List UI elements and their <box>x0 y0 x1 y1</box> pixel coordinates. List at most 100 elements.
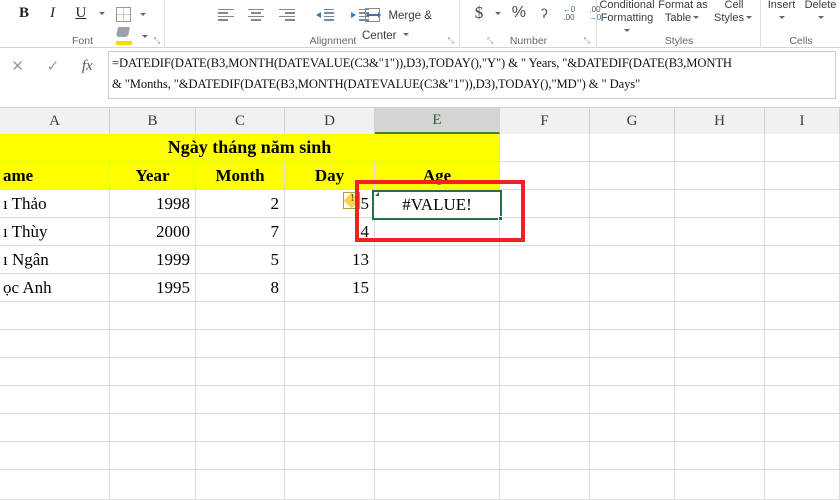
column-header-c[interactable]: C <box>196 108 285 134</box>
cell-e10[interactable] <box>375 386 500 414</box>
cell-d9[interactable] <box>285 358 375 386</box>
table-row-1-year[interactable]: 1998 <box>110 190 196 218</box>
cell-f12[interactable] <box>500 442 590 470</box>
decrease-indent-icon[interactable] <box>310 4 340 26</box>
cell-b8[interactable] <box>110 330 196 358</box>
cell-i7[interactable] <box>765 302 840 330</box>
align-right-icon[interactable] <box>274 4 300 26</box>
number-dialog-launcher-right[interactable]: ⤡ <box>584 36 590 46</box>
borders-icon[interactable] <box>112 3 134 25</box>
conditional-formatting-button[interactable]: Conditional Formatting <box>598 0 656 32</box>
cell-i1[interactable] <box>765 134 840 162</box>
cell-b7[interactable] <box>110 302 196 330</box>
table-row-3-age[interactable] <box>375 246 500 274</box>
cell-h3[interactable] <box>675 190 765 218</box>
cell-i6[interactable] <box>765 274 840 302</box>
cell-h13[interactable] <box>675 470 765 500</box>
cell-c7[interactable] <box>196 302 285 330</box>
table-row-1-month[interactable]: 2 <box>196 190 285 218</box>
merge-center-icon[interactable] <box>362 4 382 26</box>
cell-g6[interactable] <box>590 274 675 302</box>
cell-f4[interactable] <box>500 218 590 246</box>
cell-g1[interactable] <box>590 134 675 162</box>
number-dialog-launcher[interactable]: ⤡ <box>487 36 493 46</box>
insert-function-icon[interactable]: fx <box>82 58 93 75</box>
cell-a7[interactable] <box>0 302 110 330</box>
cell-f8[interactable] <box>500 330 590 358</box>
cell-c13[interactable] <box>196 470 285 500</box>
alignment-dialog-launcher[interactable]: ⤡ <box>448 36 454 46</box>
cell-g11[interactable] <box>590 414 675 442</box>
cell-d13[interactable] <box>285 470 375 500</box>
confirm-formula-icon[interactable]: ✓ <box>47 57 60 75</box>
italic-button[interactable]: I <box>40 2 64 24</box>
insert-cells-button[interactable]: Insert <box>762 0 801 25</box>
column-header-g[interactable]: G <box>590 108 675 134</box>
cell-h11[interactable] <box>675 414 765 442</box>
cell-h9[interactable] <box>675 358 765 386</box>
cell-e13[interactable] <box>375 470 500 500</box>
cell-e7[interactable] <box>375 302 500 330</box>
cell-g12[interactable] <box>590 442 675 470</box>
cell-e9[interactable] <box>375 358 500 386</box>
cell-a9[interactable] <box>0 358 110 386</box>
table-row-3-day[interactable]: 13 <box>285 246 375 274</box>
cancel-formula-icon[interactable]: ✕ <box>11 57 24 75</box>
percent-format-button[interactable]: % <box>508 2 530 24</box>
cell-h2[interactable] <box>675 162 765 190</box>
cell-i3[interactable] <box>765 190 840 218</box>
header-day[interactable]: Day <box>285 162 375 190</box>
table-row-1-name[interactable]: ı Thảo <box>0 190 110 218</box>
cell-h8[interactable] <box>675 330 765 358</box>
cell-g2[interactable] <box>590 162 675 190</box>
cell-a10[interactable] <box>0 386 110 414</box>
cell-a12[interactable] <box>0 442 110 470</box>
column-header-f[interactable]: F <box>500 108 590 134</box>
cell-i2[interactable] <box>765 162 840 190</box>
cell-f5[interactable] <box>500 246 590 274</box>
cell-g5[interactable] <box>590 246 675 274</box>
cell-d12[interactable] <box>285 442 375 470</box>
cell-i10[interactable] <box>765 386 840 414</box>
column-header-e[interactable]: E <box>375 108 500 134</box>
cell-i13[interactable] <box>765 470 840 500</box>
cell-c11[interactable] <box>196 414 285 442</box>
cell-i9[interactable] <box>765 358 840 386</box>
delete-cells-button[interactable]: Delete <box>801 0 840 25</box>
align-center-icon[interactable] <box>243 4 269 26</box>
column-header-d[interactable]: D <box>285 108 375 134</box>
cell-c10[interactable] <box>196 386 285 414</box>
cell-c9[interactable] <box>196 358 285 386</box>
cell-g10[interactable] <box>590 386 675 414</box>
column-header-i[interactable]: I <box>765 108 840 134</box>
cell-e12[interactable] <box>375 442 500 470</box>
cell-d8[interactable] <box>285 330 375 358</box>
currency-dropdown-caret[interactable] <box>495 11 502 15</box>
cell-i11[interactable] <box>765 414 840 442</box>
borders-dropdown-caret[interactable] <box>140 12 147 16</box>
cell-f2[interactable] <box>500 162 590 190</box>
cell-b10[interactable] <box>110 386 196 414</box>
header-month[interactable]: Month <box>196 162 285 190</box>
column-header-h[interactable]: H <box>675 108 765 134</box>
cell-b13[interactable] <box>110 470 196 500</box>
fill-handle[interactable] <box>498 216 503 221</box>
cell-f10[interactable] <box>500 386 590 414</box>
cell-g7[interactable] <box>590 302 675 330</box>
table-row-4-day[interactable]: 15 <box>285 274 375 302</box>
cell-h6[interactable] <box>675 274 765 302</box>
table-row-1-day[interactable]: 5 <box>285 190 375 218</box>
table-row-3-year[interactable]: 1999 <box>110 246 196 274</box>
cell-g4[interactable] <box>590 218 675 246</box>
cell-d11[interactable] <box>285 414 375 442</box>
table-row-2-year[interactable]: 2000 <box>110 218 196 246</box>
table-row-3-month[interactable]: 5 <box>196 246 285 274</box>
cell-f6[interactable] <box>500 274 590 302</box>
format-as-table-button[interactable]: Format as Table <box>656 0 710 25</box>
cell-g8[interactable] <box>590 330 675 358</box>
align-left-icon[interactable] <box>213 4 239 26</box>
cell-h4[interactable] <box>675 218 765 246</box>
currency-format-button[interactable]: $ <box>469 2 489 24</box>
cell-f3[interactable] <box>500 190 590 218</box>
cell-h12[interactable] <box>675 442 765 470</box>
